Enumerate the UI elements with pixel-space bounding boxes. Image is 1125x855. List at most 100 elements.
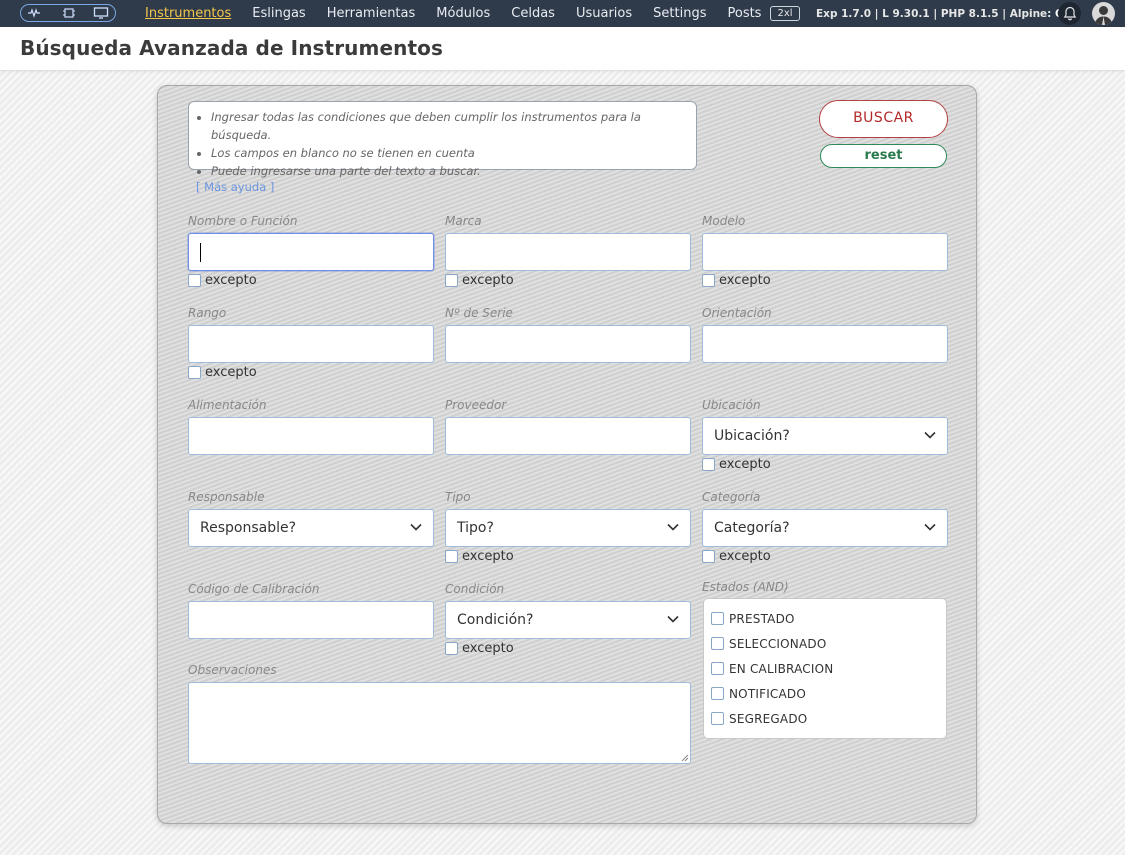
search-button[interactable]: BUSCAR [819,100,948,138]
estado-label: NOTIFICADO [729,686,807,701]
more-help-link[interactable]: [ Más ayuda ] [196,180,274,194]
categoria-selected: Categoría? [714,520,790,536]
observaciones-label: Observaciones [188,663,277,677]
rango-input[interactable] [188,325,434,363]
nombre-except-checkbox[interactable]: excepto [188,273,257,288]
except-label: excepto [205,365,257,380]
checkbox-box[interactable] [445,550,458,563]
signal-icon [28,8,40,18]
except-label: excepto [719,273,771,288]
checkbox-box[interactable] [711,687,724,700]
marca-except-checkbox[interactable]: excepto [445,273,514,288]
alimentacion-input[interactable] [188,417,434,455]
rango-label: Rango [188,306,227,320]
nav-item-herramientas[interactable]: Herramientas [327,0,416,27]
user-avatar[interactable] [1092,2,1115,25]
condicion-except-checkbox[interactable]: excepto [445,641,514,656]
monitor-icon [93,7,109,19]
reset-button[interactable]: reset [820,144,947,168]
estado-segregado[interactable]: SEGREGADO [711,706,946,731]
page-title: Búsqueda Avanzada de Instrumentos [20,36,443,60]
user-icon [1095,6,1112,25]
chevron-down-icon [924,431,936,439]
estado-en-calibracion[interactable]: EN CALIBRACION [711,656,946,681]
text-caret [200,243,201,262]
except-label: excepto [719,549,771,564]
serie-input[interactable] [445,325,691,363]
serie-label: Nº de Serie [445,306,513,320]
tipo-selected: Tipo? [457,520,494,536]
help-line: Ingresar todas las condiciones que deben… [211,108,696,144]
codigo-input[interactable] [188,601,434,639]
checkbox-box[interactable] [711,637,724,650]
ubicacion-label: Ubicación [702,398,761,412]
estado-notificado[interactable]: NOTIFICADO [711,681,946,706]
page-header: Búsqueda Avanzada de Instrumentos [0,27,1125,71]
search-panel: Ingresar todas las condiciones que deben… [157,85,977,824]
notifications-button[interactable] [1058,2,1081,25]
alimentacion-label: Alimentación [188,398,267,412]
tipo-label: Tipo [445,490,471,504]
orientacion-label: Orientación [702,306,772,320]
checkbox-box[interactable] [711,662,724,675]
checkbox-box[interactable] [711,612,724,625]
checkbox-box[interactable] [702,550,715,563]
ubicacion-except-checkbox[interactable]: excepto [702,457,771,472]
bell-icon [1063,6,1076,21]
nav-item-posts[interactable]: Posts [727,0,761,27]
modelo-input[interactable] [702,233,948,271]
estado-prestado[interactable]: PRESTADO [711,606,946,631]
codigo-label: Código de Calibración [188,582,320,596]
resize-handle-icon[interactable] [680,753,689,762]
responsable-select[interactable]: Responsable? [188,509,434,547]
checkbox-box[interactable] [702,274,715,287]
condicion-label: Condición [445,582,505,596]
checkbox-box[interactable] [445,642,458,655]
modelo-except-checkbox[interactable]: excepto [702,273,771,288]
nav-item-settings[interactable]: Settings [653,0,706,27]
nav-item-eslingas[interactable]: Eslingas [252,0,305,27]
nombre-input[interactable] [188,233,434,271]
except-label: excepto [205,273,257,288]
responsable-selected: Responsable? [200,520,297,536]
chevron-down-icon [667,523,679,531]
checkbox-box[interactable] [188,366,201,379]
top-navbar: Instrumentos Eslingas Herramientas Módul… [0,0,1125,27]
ubicacion-select[interactable]: Ubicación? [702,417,948,455]
checkbox-box[interactable] [711,712,724,725]
except-label: excepto [462,273,514,288]
nav-item-modulos[interactable]: Módulos [436,0,490,27]
checkbox-box[interactable] [445,274,458,287]
chevron-down-icon [924,523,936,531]
proveedor-input[interactable] [445,417,691,455]
estado-seleccionado[interactable]: SELECCIONADO [711,631,946,656]
version-text: Exp 1.7.0 | L 9.30.1 | PHP 8.1.5 | Alpin… [816,8,1052,20]
checkbox-box[interactable] [188,274,201,287]
app-logo[interactable] [20,4,116,22]
estado-label: SELECCIONADO [729,636,827,651]
nav-item-instrumentos[interactable]: Instrumentos [145,0,231,27]
except-label: excepto [719,457,771,472]
nav-item-usuarios[interactable]: Usuarios [576,0,632,27]
chevron-down-icon [667,615,679,623]
observaciones-textarea[interactable] [188,682,691,764]
marca-input[interactable] [445,233,691,271]
tipo-except-checkbox[interactable]: excepto [445,549,514,564]
categoria-except-checkbox[interactable]: excepto [702,549,771,564]
tipo-select[interactable]: Tipo? [445,509,691,547]
nav-item-celdas[interactable]: Celdas [511,0,555,27]
checkbox-box[interactable] [702,458,715,471]
categoria-select[interactable]: Categoría? [702,509,948,547]
help-box: Ingresar todas las condiciones que deben… [188,101,697,178]
estado-label: SEGREGADO [729,711,808,726]
ubicacion-selected: Ubicación? [714,428,790,444]
condicion-select[interactable]: Condición? [445,601,691,639]
breakpoint-badge: 2xl [770,6,800,21]
modelo-label: Modelo [702,214,746,228]
except-label: excepto [462,641,514,656]
marca-label: Marca [445,214,482,228]
chevron-down-icon [410,523,422,531]
rango-except-checkbox[interactable]: excepto [188,365,257,380]
main-nav: Instrumentos Eslingas Herramientas Módul… [145,0,782,27]
orientacion-input[interactable] [702,325,948,363]
